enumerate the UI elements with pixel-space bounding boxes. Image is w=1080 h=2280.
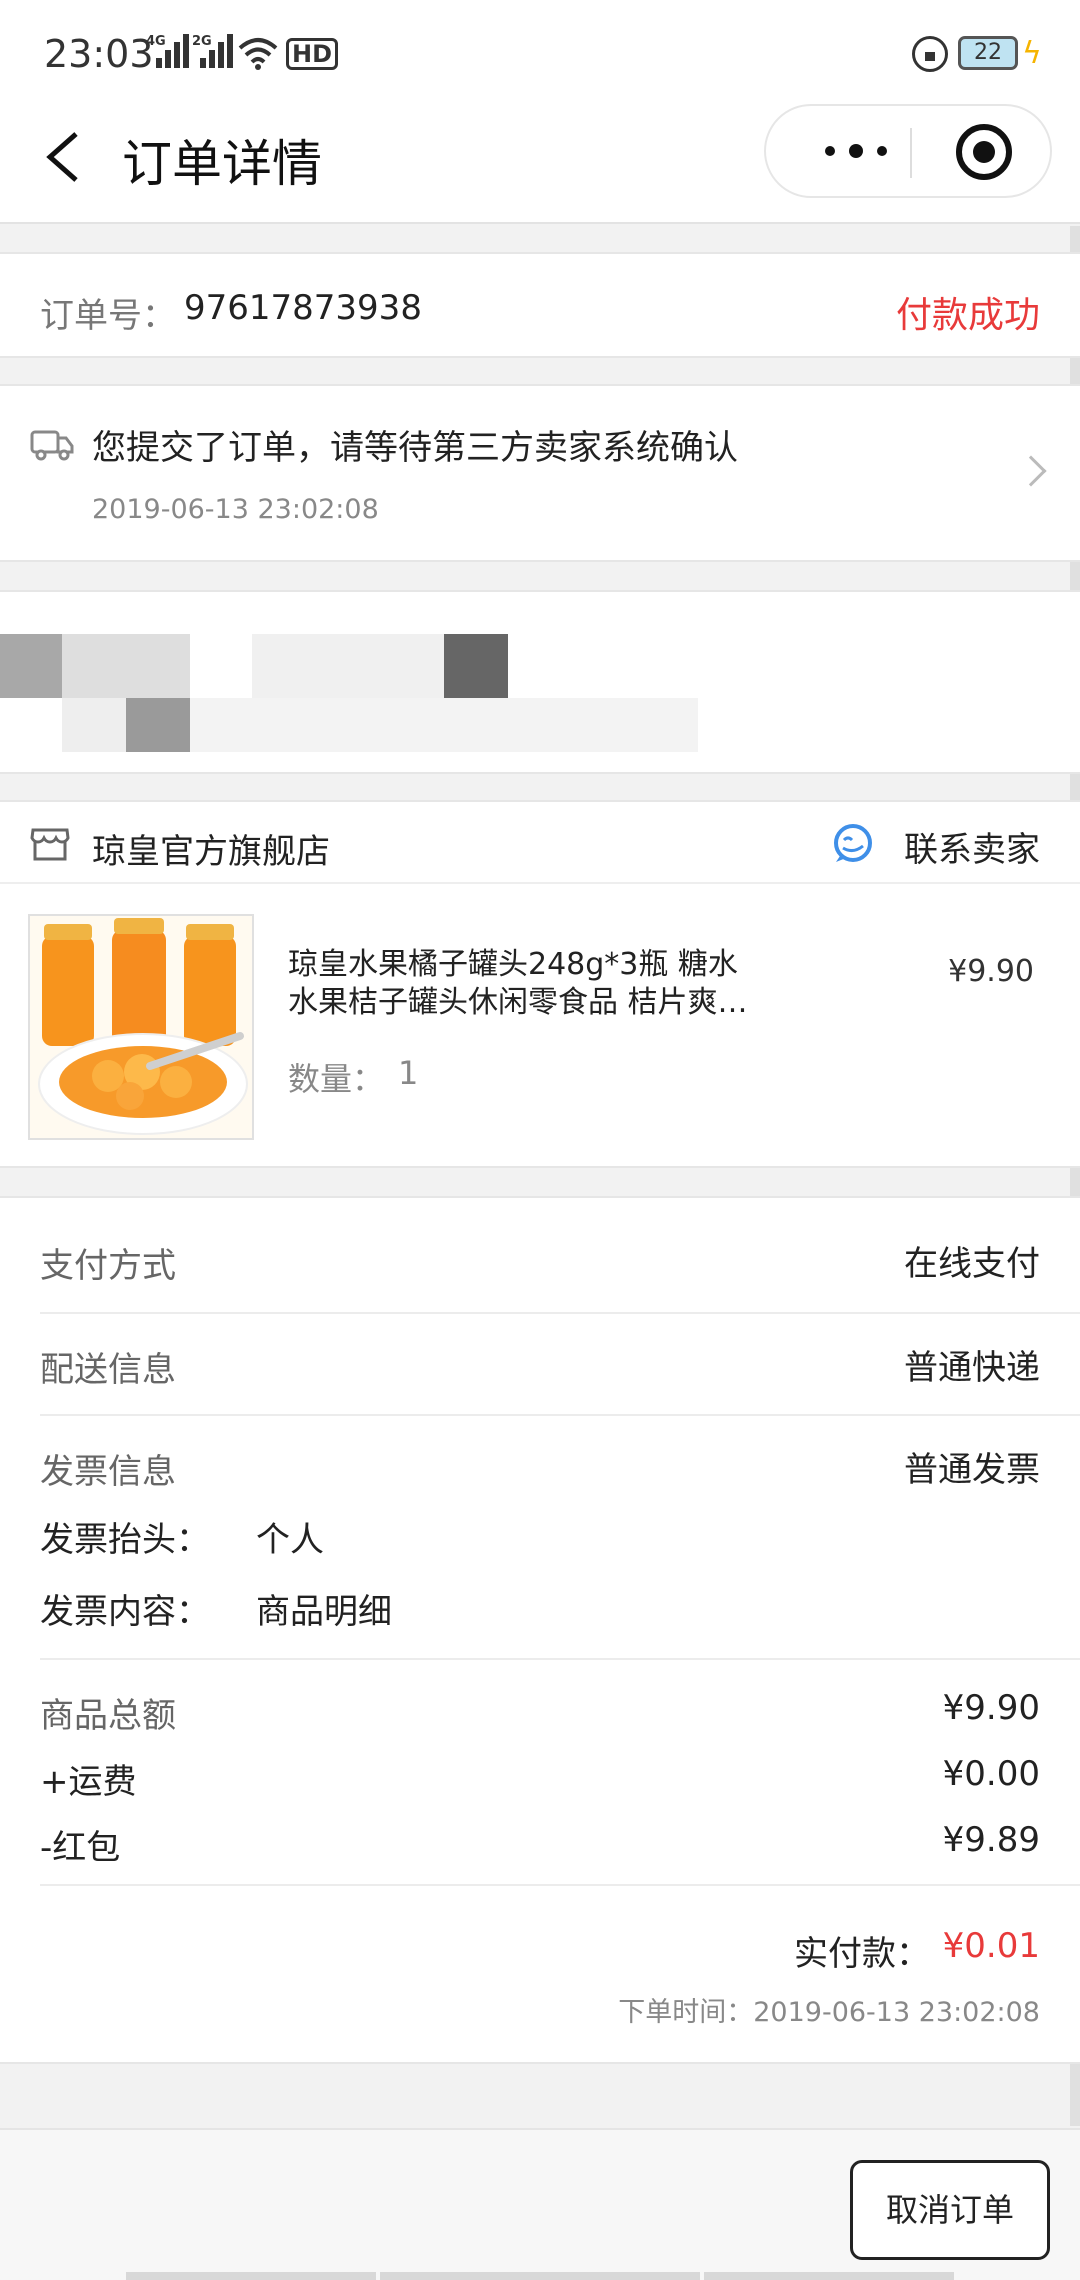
tracking-message: 您提交了订单，请等待第三方卖家系统确认 xyxy=(92,428,738,468)
contact-seller-link[interactable]: 联系卖家 xyxy=(904,822,1040,871)
order-info-card: 支付方式 在线支付 配送信息 普通快递 发票信息 普通发票 发票抬头： 个人 发… xyxy=(0,1196,1080,2064)
miniprogram-capsule xyxy=(764,104,1052,198)
blurred-region xyxy=(0,634,62,698)
cancel-order-button[interactable]: 取消订单 xyxy=(850,2160,1050,2260)
more-icon[interactable] xyxy=(806,106,906,196)
order-status: 付款成功 xyxy=(895,295,1040,336)
red-packet-value: ¥9.89 xyxy=(942,1820,1040,1860)
order-number-card: 订单号： 97617873938 付款成功 xyxy=(0,252,1080,358)
shop-name[interactable]: 琼皇官方旗舰店 xyxy=(92,824,330,873)
invoice-title-label: 发票抬头： xyxy=(40,1520,210,1560)
blurred-region xyxy=(444,634,508,698)
hd-icon: HD xyxy=(286,38,339,70)
divider xyxy=(40,1312,1080,1314)
order-number: 97617873938 xyxy=(184,288,422,328)
order-time: 下单时间：2019-06-13 23:02:08 xyxy=(618,1997,1040,2028)
home-indicator xyxy=(126,2272,376,2280)
invoice-title-value: 个人 xyxy=(256,1520,324,1560)
wifi-icon xyxy=(238,38,278,70)
product-title-line-2: 水果桔子罐头休闲零食品 桔片爽… xyxy=(288,985,748,1020)
payment-method-value: 在线支付 xyxy=(904,1244,1040,1284)
chat-icon[interactable] xyxy=(830,822,876,866)
shipping-value: ¥0.00 xyxy=(942,1754,1040,1794)
invoice-label: 发票信息 xyxy=(40,1452,176,1492)
product-price: ¥9.90 xyxy=(948,954,1034,989)
invoice-content-label: 发票内容： xyxy=(40,1592,210,1632)
divider xyxy=(40,1884,1080,1886)
goods-total-value: ¥9.90 xyxy=(942,1688,1040,1728)
shop-icon xyxy=(30,828,70,861)
delivery-value: 普通快递 xyxy=(904,1348,1040,1388)
quantity-value: 1 xyxy=(398,1054,419,1092)
close-miniprogram-icon[interactable] xyxy=(956,124,1012,180)
payment-method-label: 支付方式 xyxy=(40,1246,176,1286)
shop-header: 琼皇官方旗舰店 联系卖家 xyxy=(0,802,1080,884)
order-tracking-card[interactable]: 您提交了订单，请等待第三方卖家系统确认 2019-06-13 23:02:08 xyxy=(0,384,1080,562)
divider xyxy=(40,1414,1080,1416)
address-card xyxy=(0,590,1080,774)
product-title-line-1: 琼皇水果橘子罐头248g*3瓶 糖水 xyxy=(288,947,738,982)
back-arrow-icon[interactable] xyxy=(36,122,96,192)
tracking-time: 2019-06-13 23:02:08 xyxy=(92,494,379,525)
status-bar: 23:03 4G 2G HD 22 ϟ xyxy=(0,0,1080,96)
product-image-graphic xyxy=(30,916,252,1138)
invoice-value: 普通发票 xyxy=(904,1450,1040,1490)
paid-amount-label: 实付款： xyxy=(794,1934,930,1974)
home-indicator xyxy=(380,2272,700,2280)
chevron-right-icon xyxy=(1015,455,1047,487)
blurred-region xyxy=(252,634,444,698)
product-title[interactable]: 琼皇水果橘子罐头248g*3瓶 糖水 水果桔子罐头休闲零食品 桔片爽… xyxy=(288,946,808,1022)
quantity-label: 数量： xyxy=(288,1060,385,1098)
capsule-divider xyxy=(910,128,912,178)
blurred-region xyxy=(126,698,190,752)
rotation-lock-icon xyxy=(912,36,948,72)
bottom-action-bar: 取消订单 xyxy=(0,2128,1080,2280)
delivery-label: 配送信息 xyxy=(40,1350,176,1390)
nav-bar: 订单详情 xyxy=(0,96,1080,224)
charging-icon: ϟ xyxy=(1022,36,1042,71)
home-indicator xyxy=(704,2272,954,2280)
red-packet-label: -红包 xyxy=(40,1828,121,1868)
signal-icon-2 xyxy=(200,34,233,68)
order-number-label: 订单号： xyxy=(40,296,176,336)
shop-product-card: 琼皇官方旗舰店 联系卖家 琼皇水果橘子罐头248g*3瓶 糖水 水果桔子罐头休闲… xyxy=(0,800,1080,1168)
signal-icon-1 xyxy=(156,34,189,68)
status-time: 23:03 xyxy=(44,32,154,76)
goods-total-label: 商品总额 xyxy=(40,1696,176,1736)
product-image[interactable] xyxy=(28,914,254,1140)
invoice-content-value: 商品明细 xyxy=(256,1592,392,1632)
blurred-region xyxy=(62,634,190,698)
blurred-region xyxy=(62,698,126,752)
paid-amount-value: ¥0.01 xyxy=(942,1926,1040,1966)
divider xyxy=(40,1658,1080,1660)
truck-icon xyxy=(30,430,74,461)
battery-icon: 22 xyxy=(958,36,1018,70)
shipping-label: +运费 xyxy=(40,1762,137,1802)
page-title: 订单详情 xyxy=(122,135,322,193)
blurred-region xyxy=(190,698,698,752)
